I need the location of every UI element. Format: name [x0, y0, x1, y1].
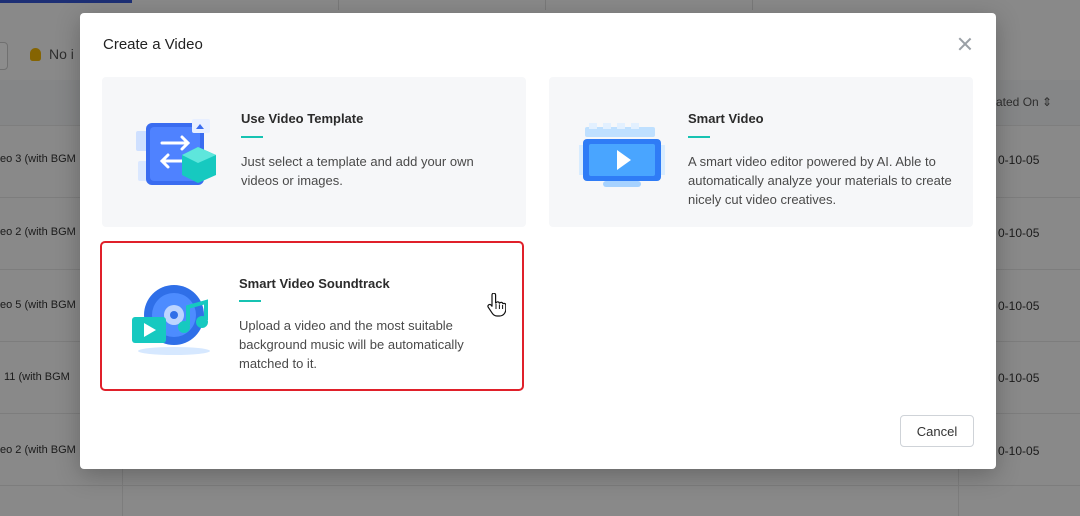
- soundtrack-icon: [130, 281, 218, 357]
- video-template-icon: [132, 117, 220, 193]
- option-smart-video[interactable]: Smart Video A smart video editor powered…: [549, 77, 973, 227]
- hand-cursor-icon: [486, 292, 507, 317]
- option-smart-video-soundtrack[interactable]: Smart Video Soundtrack Upload a video an…: [100, 241, 524, 391]
- close-icon[interactable]: [956, 35, 974, 53]
- cancel-button[interactable]: Cancel: [900, 415, 974, 447]
- option-description: Just select a template and add your own …: [241, 154, 474, 188]
- option-use-video-template[interactable]: Use Video Template Just select a templat…: [102, 77, 526, 227]
- option-description: Upload a video and the most suitable bac…: [239, 318, 464, 371]
- option-title: Smart Video Soundtrack: [239, 276, 390, 291]
- smart-video-icon: [579, 117, 667, 193]
- create-video-modal: Create a Video Use Video Template Just s…: [80, 13, 996, 469]
- option-title: Smart Video: [688, 111, 764, 126]
- option-title: Use Video Template: [241, 111, 364, 126]
- modal-title: Create a Video: [103, 36, 203, 53]
- accent-bar: [688, 136, 710, 138]
- accent-bar: [241, 136, 263, 138]
- option-description: A smart video editor powered by AI. Able…: [688, 154, 952, 207]
- accent-bar: [239, 300, 261, 302]
